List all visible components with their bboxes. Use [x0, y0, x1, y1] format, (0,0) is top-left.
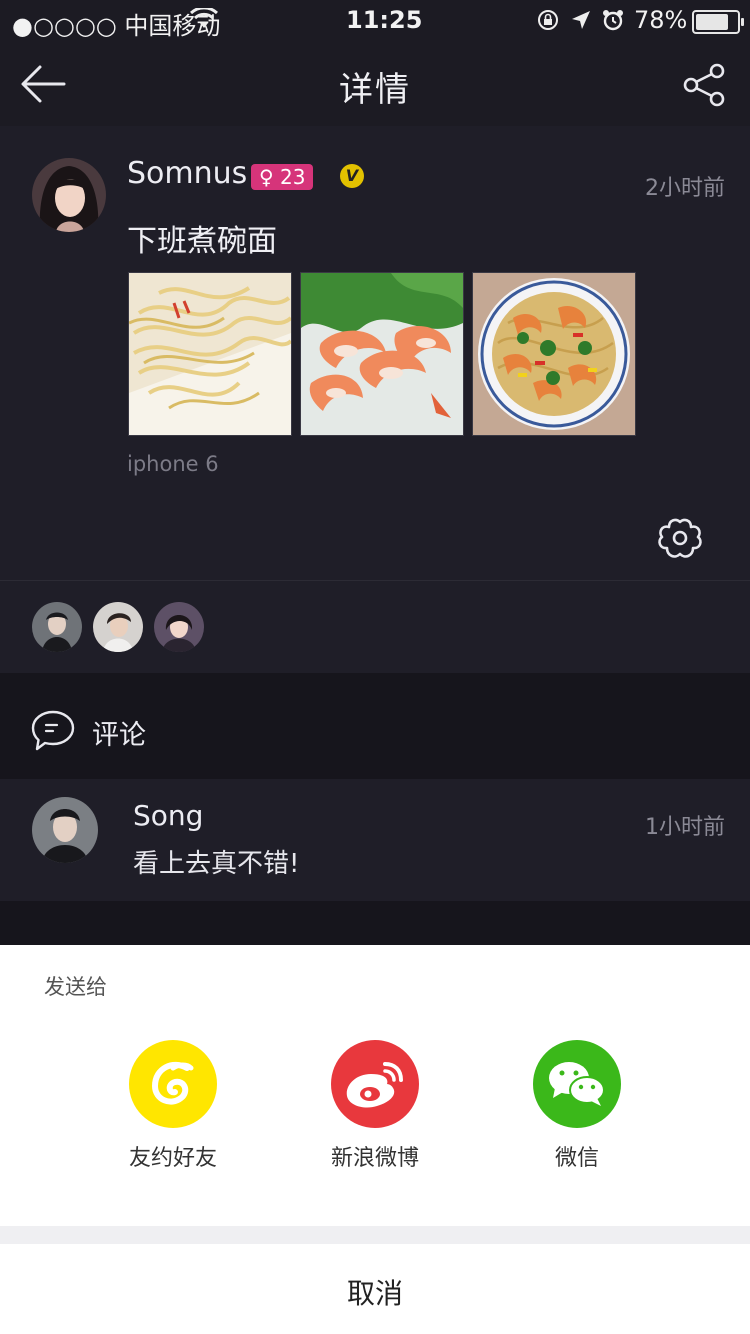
share-title: 发送给	[44, 975, 107, 999]
share-wechat-label: 微信	[554, 1146, 599, 1171]
author-name[interactable]: Somnus	[127, 156, 247, 191]
liker-avatar[interactable]	[32, 602, 82, 652]
rotation-lock-icon	[538, 10, 558, 30]
post-image-noodles[interactable]	[128, 272, 292, 436]
share-friends-button[interactable]: 友约好友	[103, 1040, 243, 1172]
friends-logo-icon	[129, 1040, 217, 1128]
post-card: Somnus ♀ 23 V 2小时前 下班煮碗面 iphone 6	[0, 126, 750, 580]
share-friends-label: 友约好友	[128, 1146, 217, 1171]
commenter-name[interactable]: Song	[133, 799, 203, 832]
post-time: 2小时前	[645, 176, 725, 201]
share-weibo-label: 新浪微博	[330, 1146, 419, 1171]
overlay-dim-band	[0, 901, 750, 945]
wifi-icon	[190, 8, 218, 28]
weibo-logo-icon	[331, 1040, 419, 1128]
sheet-separator	[0, 1226, 750, 1244]
clock: 11:25	[346, 6, 423, 34]
verified-badge: V	[340, 164, 364, 188]
gender-age-badge: ♀ 23	[251, 164, 314, 190]
commenter-avatar[interactable]	[32, 797, 98, 863]
page-title: 详情	[339, 70, 411, 110]
like-flower-icon[interactable]	[656, 516, 704, 562]
post-image-shrimp[interactable]	[300, 272, 464, 436]
comment-time: 1小时前	[645, 815, 725, 840]
cancel-label: 取消	[346, 1277, 403, 1310]
comment-text: 看上去真不错!	[133, 849, 300, 879]
cancel-button[interactable]: 取消	[0, 1244, 750, 1334]
comments-title: 评论	[92, 720, 146, 751]
author-avatar[interactable]	[32, 158, 106, 232]
post-content: 下班煮碗面	[127, 224, 277, 259]
share-wechat-button[interactable]: 微信	[507, 1040, 647, 1172]
battery-percent: 78%	[634, 6, 688, 34]
liker-avatar[interactable]	[154, 602, 204, 652]
wechat-logo-icon	[533, 1040, 621, 1128]
post-device: iphone 6	[127, 452, 219, 476]
comments-header: 评论	[0, 673, 750, 779]
comment-item[interactable]: Song 1小时前 看上去真不错!	[0, 779, 750, 901]
battery-icon	[692, 10, 744, 34]
alarm-icon	[603, 10, 623, 31]
share-icon[interactable]	[682, 62, 728, 108]
share-sheet: 发送给 友约好友 新浪微博 微信	[0, 945, 750, 1226]
likers-row	[0, 581, 750, 673]
comment-bubble-icon	[31, 710, 75, 751]
liker-avatar[interactable]	[93, 602, 143, 652]
status-bar: ●○○○○ 中国移动 11:25 78%	[0, 0, 750, 42]
share-weibo-button[interactable]: 新浪微博	[305, 1040, 445, 1172]
location-icon	[572, 11, 590, 29]
post-image-shrimp-pasta[interactable]	[472, 272, 636, 436]
nav-bar: 详情	[0, 42, 750, 126]
